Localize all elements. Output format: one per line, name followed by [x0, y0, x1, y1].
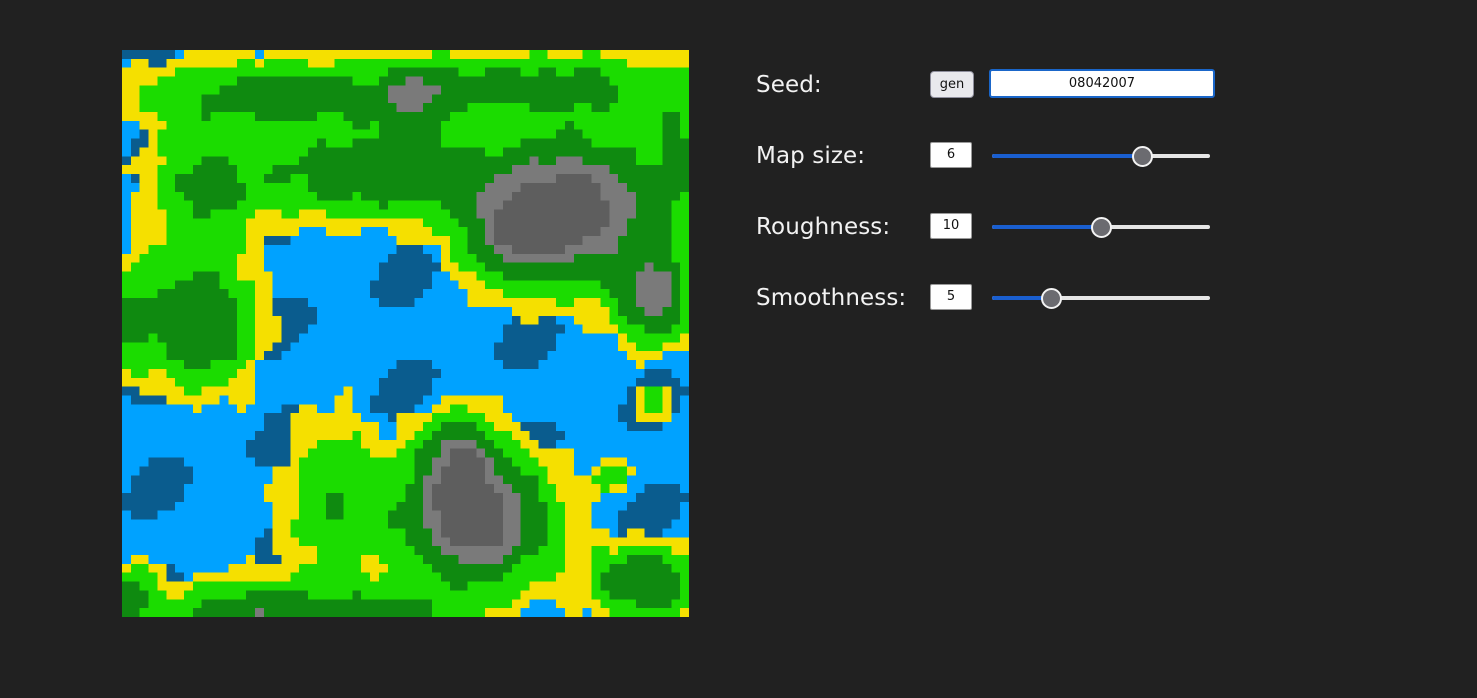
map-size-slider-thumb[interactable]: [1132, 146, 1154, 167]
roughness-label: Roughness:: [756, 214, 891, 240]
seed-label: Seed:: [756, 72, 822, 98]
roughness-row: Roughness: 10: [756, 206, 1226, 277]
roughness-slider-fill: [992, 225, 1101, 229]
controls-panel: Seed: gen Map size: 6 Roughness: 10 Smoo…: [756, 64, 1226, 348]
map-size-slider-fill: [992, 154, 1143, 158]
map-size-row: Map size: 6: [756, 135, 1226, 206]
smoothness-value: 5: [930, 284, 972, 310]
map-size-slider[interactable]: [992, 146, 1210, 167]
smoothness-row: Smoothness: 5: [756, 277, 1226, 348]
roughness-value: 10: [930, 213, 972, 239]
seed-input[interactable]: [989, 69, 1215, 98]
smoothness-slider-thumb[interactable]: [1040, 288, 1062, 309]
smoothness-slider[interactable]: [992, 288, 1210, 309]
seed-row: Seed: gen: [756, 64, 1226, 135]
map-size-value: 6: [930, 142, 972, 168]
terrain-map: [122, 50, 689, 617]
smoothness-label: Smoothness:: [756, 285, 907, 311]
generate-button[interactable]: gen: [930, 71, 974, 98]
roughness-slider-thumb[interactable]: [1091, 217, 1112, 238]
roughness-slider[interactable]: [992, 217, 1210, 238]
map-size-label: Map size:: [756, 143, 866, 169]
